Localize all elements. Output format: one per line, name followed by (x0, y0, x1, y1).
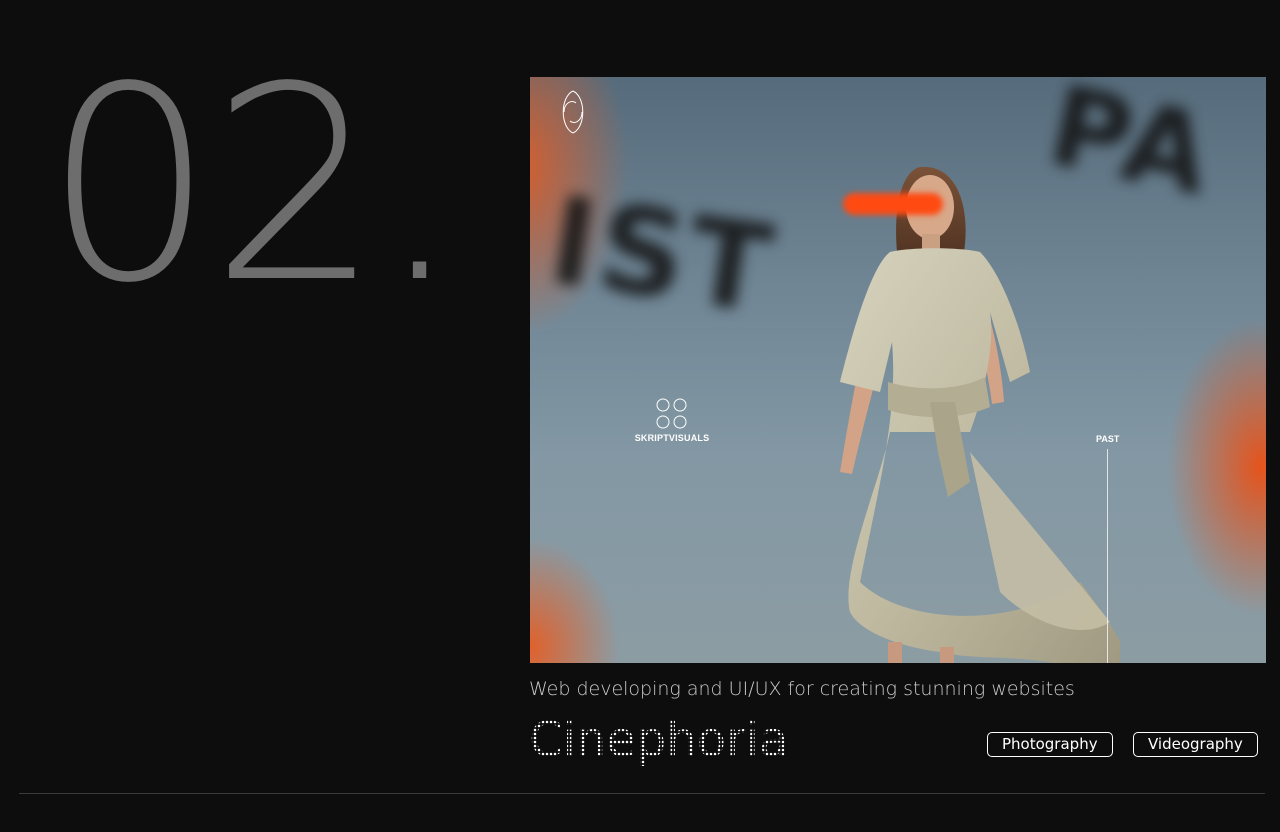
project-title: Cinephoria (529, 716, 789, 766)
project-hero-image[interactable]: IST PA SKRIPTVISUALS PAST (530, 77, 1266, 663)
swirl-logo-icon (562, 90, 584, 134)
four-circles-icon (656, 398, 687, 429)
section-divider (19, 793, 1265, 794)
vertical-line (1107, 449, 1108, 663)
orange-glow (530, 537, 620, 663)
orange-glow (1166, 317, 1266, 617)
project-title-text: Cinephoria (529, 716, 789, 766)
project-number: 02. (44, 30, 462, 342)
blurred-background-word: IST (541, 172, 784, 341)
woman-in-dress-illustration (840, 166, 1120, 663)
brand-mark: SKRIPTVISUALS (630, 397, 714, 443)
tag-videography[interactable]: Videography (1133, 732, 1258, 757)
project-description: Web developing and UI/UX for creating st… (529, 678, 1075, 700)
orange-censor-bar (843, 193, 943, 215)
tag-photography[interactable]: Photography (987, 732, 1113, 757)
side-label: PAST (1096, 434, 1120, 444)
brand-name: SKRIPTVISUALS (634, 433, 710, 443)
